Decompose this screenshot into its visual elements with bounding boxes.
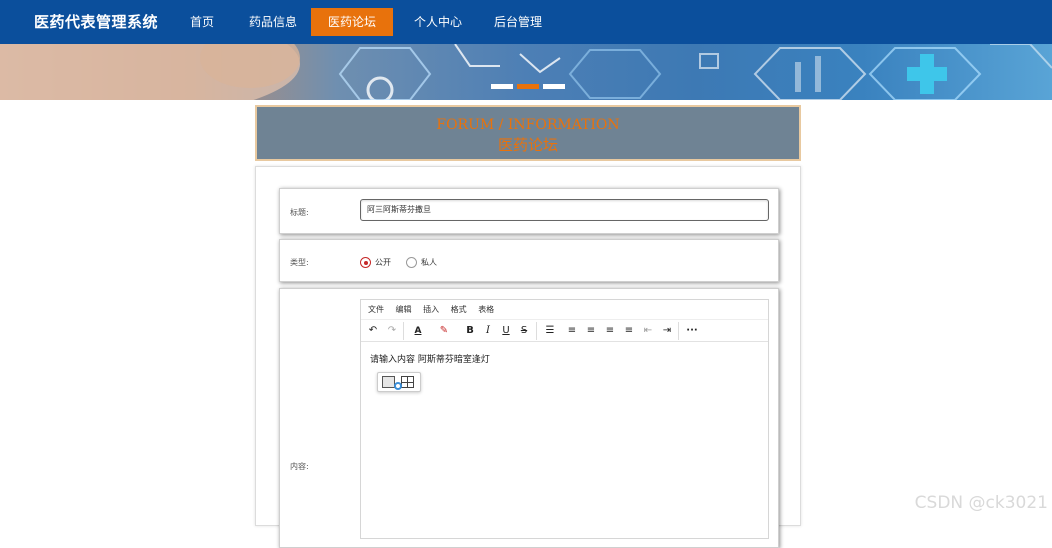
more-icon[interactable]: ··· bbox=[683, 324, 701, 338]
menu-edit[interactable]: 编辑 bbox=[396, 305, 412, 314]
watermark-text: CSDN @ck3021 bbox=[915, 493, 1048, 513]
editor-menubar: 文件 编辑 插入 格式 表格 bbox=[361, 300, 768, 320]
list-icon[interactable]: ☰ bbox=[543, 324, 557, 338]
quick-insert-popup bbox=[377, 372, 421, 392]
undo-icon[interactable]: ↶ bbox=[366, 324, 380, 338]
nav-home[interactable]: 首页 bbox=[176, 8, 228, 36]
text-color-icon[interactable]: A bbox=[408, 324, 428, 338]
menu-file[interactable]: 文件 bbox=[368, 305, 384, 314]
toolbar-divider bbox=[403, 322, 404, 340]
underline-icon[interactable]: U bbox=[500, 324, 512, 338]
toolbar-divider bbox=[678, 322, 679, 340]
bold-icon[interactable]: B bbox=[464, 324, 476, 338]
carousel-dot-3[interactable] bbox=[543, 84, 565, 89]
menu-table[interactable]: 表格 bbox=[478, 305, 494, 314]
forum-form-panel: 标题: 阿三阿斯蒂芬撒旦 类型: 公开 私人 内容: 文件 编辑 插入 格式 表… bbox=[255, 166, 801, 526]
brand-title: 医药代表管理系统 bbox=[34, 0, 158, 44]
outdent-icon[interactable]: ⇤ bbox=[641, 324, 655, 338]
italic-icon[interactable]: I bbox=[482, 324, 494, 338]
highlight-icon[interactable]: ✎ bbox=[434, 324, 454, 338]
strikethrough-icon[interactable]: S bbox=[518, 324, 530, 338]
content-label: 内容: bbox=[290, 461, 309, 472]
nav-forum[interactable]: 医药论坛 bbox=[311, 8, 393, 36]
nav-profile[interactable]: 个人中心 bbox=[400, 8, 476, 36]
nav-drugs[interactable]: 药品信息 bbox=[235, 8, 311, 36]
indent-icon[interactable]: ⇥ bbox=[660, 324, 674, 338]
type-private-label: 私人 bbox=[421, 258, 437, 267]
type-radio-private[interactable]: 私人 bbox=[406, 257, 437, 268]
banner-carousel bbox=[0, 44, 1052, 100]
type-radio-public[interactable]: 公开 bbox=[360, 257, 391, 268]
carousel-dot-2[interactable] bbox=[517, 84, 539, 89]
editor-content[interactable]: 请输入内容 阿斯蒂芬暗室逢灯 bbox=[361, 342, 768, 375]
redo-icon[interactable]: ↷ bbox=[385, 324, 399, 338]
radio-selected-icon bbox=[360, 257, 371, 268]
section-title-box: FORUM / INFORMATION 医药论坛 bbox=[255, 105, 801, 161]
carousel-dot-1[interactable] bbox=[491, 84, 513, 89]
align-justify-icon[interactable]: ≡ bbox=[622, 324, 636, 338]
title-row: 标题: 阿三阿斯蒂芬撒旦 bbox=[279, 188, 779, 234]
align-center-icon[interactable]: ≡ bbox=[584, 324, 598, 338]
banner-graphic bbox=[0, 44, 1052, 100]
cursor-indicator-icon bbox=[394, 382, 402, 390]
nav-admin[interactable]: 后台管理 bbox=[480, 8, 556, 36]
menu-insert[interactable]: 插入 bbox=[423, 305, 439, 314]
editor-toolbar: ↶ ↷ A ✎ B I U S ☰ ≡ ≡ ≡ ≡ ⇤ ⇥ ··· bbox=[361, 320, 768, 342]
rich-text-editor[interactable]: 文件 编辑 插入 格式 表格 ↶ ↷ A ✎ B I U S ☰ ≡ ≡ ≡ bbox=[360, 299, 769, 539]
top-nav: 医药代表管理系统 首页 药品信息 医药论坛 个人中心 后台管理 bbox=[0, 0, 1052, 44]
toolbar-divider bbox=[536, 322, 537, 340]
title-label: 标题: bbox=[290, 207, 309, 218]
table-icon[interactable] bbox=[401, 376, 414, 388]
menu-format[interactable]: 格式 bbox=[451, 305, 467, 314]
section-title-cn: 医药论坛 bbox=[257, 134, 799, 155]
align-right-icon[interactable]: ≡ bbox=[603, 324, 617, 338]
radio-unselected-icon bbox=[406, 257, 417, 268]
title-input[interactable]: 阿三阿斯蒂芬撒旦 bbox=[360, 199, 769, 221]
align-left-icon[interactable]: ≡ bbox=[565, 324, 579, 338]
type-label: 类型: bbox=[290, 257, 309, 268]
type-public-label: 公开 bbox=[375, 258, 391, 267]
section-title-en: FORUM / INFORMATION bbox=[257, 117, 799, 133]
content-row: 内容: 文件 编辑 插入 格式 表格 ↶ ↷ A ✎ B I U S ☰ bbox=[279, 288, 779, 548]
type-row: 类型: 公开 私人 bbox=[279, 239, 779, 282]
